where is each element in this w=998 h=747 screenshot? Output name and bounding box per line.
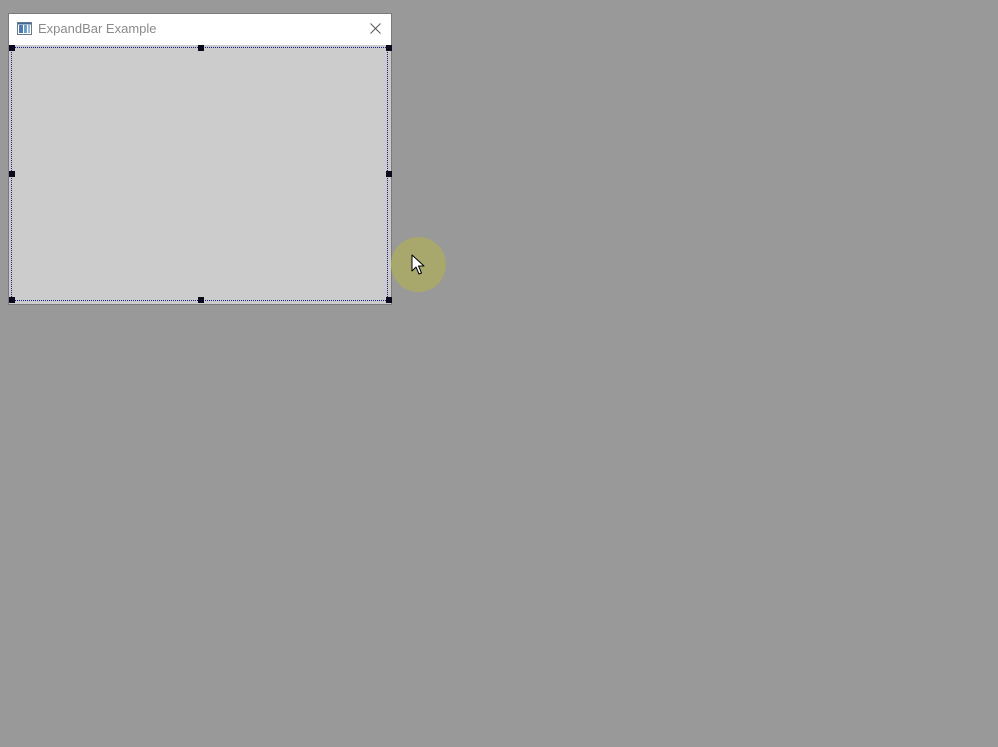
window-app-icon <box>17 22 32 35</box>
resize-handle-middle-right[interactable] <box>386 171 392 177</box>
desktop: ExpandBar Example <box>0 0 998 747</box>
resize-handle-top-right[interactable] <box>386 45 392 51</box>
resize-handle-bottom-center[interactable] <box>198 297 204 303</box>
resize-handle-bottom-left[interactable] <box>9 297 15 303</box>
close-button[interactable] <box>359 14 391 45</box>
resize-handle-top-left[interactable] <box>9 45 15 51</box>
title-bar[interactable]: ExpandBar Example <box>9 14 391 45</box>
expandbar-example-window[interactable]: ExpandBar Example <box>8 13 392 305</box>
resize-handle-top-center[interactable] <box>198 45 204 51</box>
expandbar-client-area[interactable] <box>9 45 392 304</box>
mouse-pointer-icon <box>411 254 425 276</box>
resize-handle-bottom-right[interactable] <box>386 297 392 303</box>
resize-handle-middle-left[interactable] <box>9 171 15 177</box>
window-title: ExpandBar Example <box>38 21 157 36</box>
selection-outline <box>11 47 388 301</box>
close-icon <box>369 21 381 39</box>
